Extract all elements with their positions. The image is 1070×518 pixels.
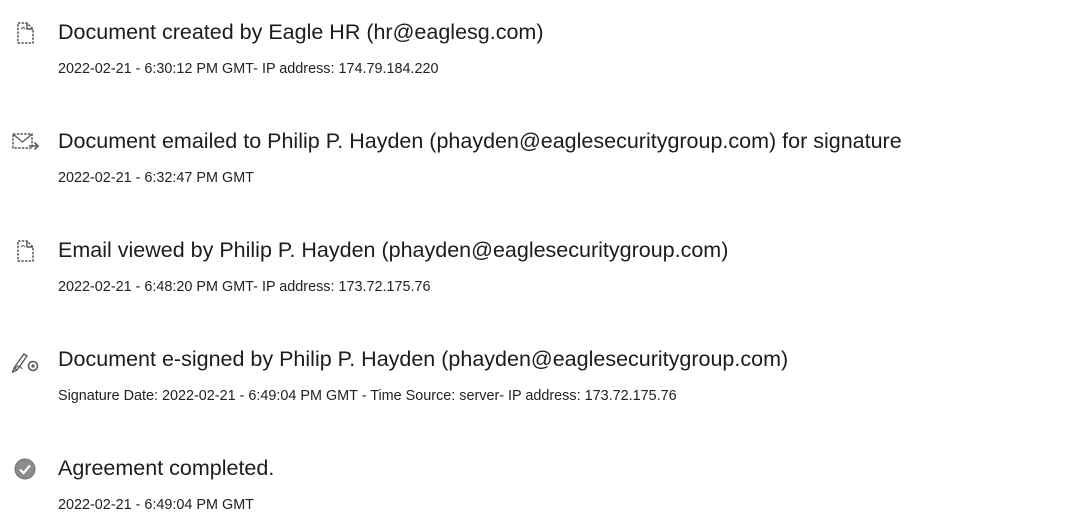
event-title: Email viewed by Philip P. Hayden (phayde… (58, 238, 729, 262)
event-timestamp: 2022-02-21 - 6:32:47 PM GMT (58, 170, 254, 186)
event-title: Agreement completed. (58, 456, 275, 480)
document-icon (10, 238, 40, 264)
email-icon (10, 129, 40, 155)
event-title: Document emailed to Philip P. Hayden (ph… (58, 129, 902, 153)
event-title: Document created by Eagle HR (hr@eaglesg… (58, 20, 544, 44)
pen-signature-icon (10, 347, 40, 373)
checkmark-circle-icon (10, 456, 40, 482)
event-timestamp: 2022-02-21 - 6:49:04 PM GMT (58, 497, 254, 513)
event-timestamp: Signature Date: 2022-02-21 - 6:49:04 PM … (58, 388, 677, 404)
event-timestamp: 2022-02-21 - 6:30:12 PM GMT- IP address:… (58, 61, 439, 77)
event-title: Document e-signed by Philip P. Hayden (p… (58, 347, 789, 371)
document-icon (10, 20, 40, 46)
event-timestamp: 2022-02-21 - 6:48:20 PM GMT- IP address:… (58, 279, 431, 295)
